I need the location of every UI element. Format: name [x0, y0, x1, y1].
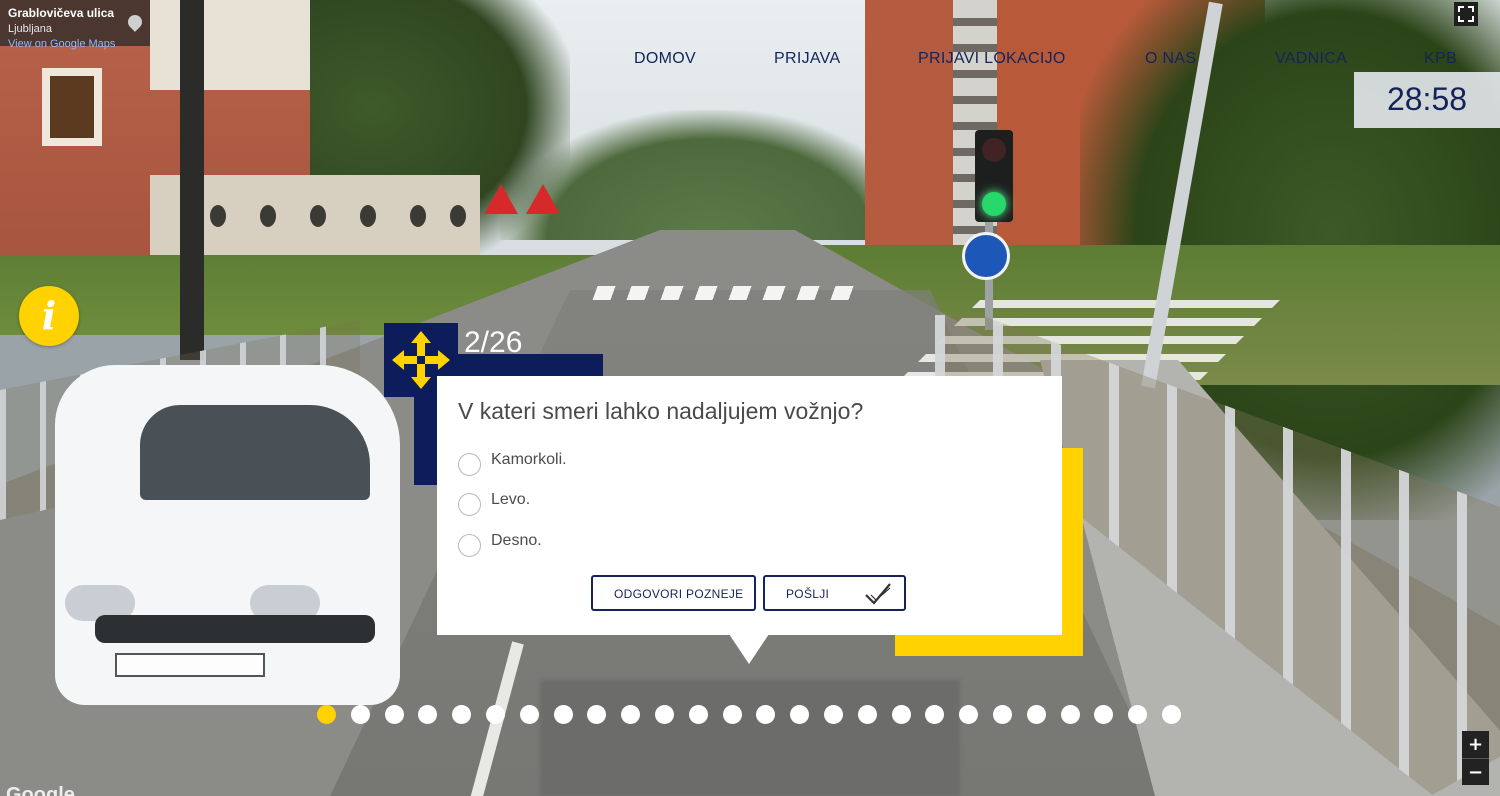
progress-dot[interactable]	[385, 705, 404, 724]
utility-pole	[180, 0, 204, 360]
question-text: V kateri smeri lahko nadaljujem vožnjo?	[458, 398, 864, 424]
answer-option-3[interactable]: Desno.	[458, 532, 758, 558]
answer-later-label: ODGOVORI POZNEJE	[614, 587, 744, 601]
nav-domov[interactable]: DOMOV	[634, 50, 696, 68]
progress-dot[interactable]	[1162, 705, 1181, 724]
zoom-in-button[interactable]: +	[1462, 731, 1489, 758]
progress-dot[interactable]	[655, 705, 674, 724]
progress-dot[interactable]	[925, 705, 944, 724]
white-car	[55, 365, 400, 705]
quiz-card: V kateri smeri lahko nadaljujem vožnjo? …	[437, 376, 1062, 635]
progress-dot[interactable]	[824, 705, 843, 724]
crosswalk	[592, 286, 868, 300]
blurred-area	[540, 680, 960, 796]
info-icon: i	[41, 293, 57, 338]
nav-prijavi-lokacijo[interactable]: PRIJAVI LOKACIJO	[918, 50, 1066, 68]
submit-label: POŠLJI	[786, 587, 830, 601]
submit-button[interactable]: POŠLJI	[763, 575, 906, 611]
progress-dot[interactable]	[587, 705, 606, 724]
progress-dot[interactable]	[486, 705, 505, 724]
view-on-google-maps-link[interactable]: View on Google Maps	[8, 38, 115, 50]
progress-dot[interactable]	[1094, 705, 1113, 724]
progress-dot[interactable]	[452, 705, 471, 724]
nav-prijava[interactable]: PRIJAVA	[774, 50, 840, 68]
nav-kpb[interactable]: KPB	[1424, 50, 1457, 68]
fullscreen-icon	[1454, 6, 1478, 30]
zoom-out-button[interactable]: −	[1462, 758, 1489, 785]
city-name: Ljubljana	[8, 23, 53, 35]
question-progress	[317, 705, 1187, 725]
street-name: Grablovičeva ulica	[8, 6, 115, 20]
quiz-pointer	[729, 634, 769, 664]
nav-o-nas[interactable]: O NAS	[1145, 50, 1196, 68]
progress-dot[interactable]	[554, 705, 573, 724]
progress-dot[interactable]	[892, 705, 911, 724]
checkmark-icon	[863, 580, 893, 613]
progress-dot[interactable]	[689, 705, 708, 724]
map-pin-icon	[125, 12, 145, 32]
answer-later-button[interactable]: ODGOVORI POZNEJE	[591, 575, 756, 611]
warning-sign	[484, 184, 518, 214]
progress-dot[interactable]	[723, 705, 742, 724]
progress-dot[interactable]	[317, 705, 336, 724]
info-button[interactable]: i	[19, 286, 79, 346]
answer-label: Kamorkoli.	[491, 451, 567, 468]
nav-vadnica[interactable]: VADNICA	[1275, 50, 1347, 68]
progress-dot[interactable]	[351, 705, 370, 724]
progress-dot[interactable]	[418, 705, 437, 724]
progress-dot[interactable]	[790, 705, 809, 724]
maps-location-label: Grablovičeva ulica Ljubljana View on Goo…	[0, 0, 150, 50]
progress-dot[interactable]	[858, 705, 877, 724]
radio-button[interactable]	[458, 453, 481, 476]
progress-dot[interactable]	[520, 705, 539, 724]
zoom-control: + −	[1462, 731, 1489, 785]
progress-dot[interactable]	[1061, 705, 1080, 724]
progress-dot[interactable]	[1128, 705, 1147, 724]
progress-dot[interactable]	[1027, 705, 1046, 724]
timer-value: 28:58	[1386, 81, 1468, 117]
answer-label: Desno.	[491, 532, 542, 549]
countdown-timer: 28:58	[1354, 72, 1500, 128]
traffic-light	[975, 130, 1013, 222]
answer-option-1[interactable]: Kamorkoli.	[458, 451, 758, 477]
radio-button[interactable]	[458, 493, 481, 516]
answer-label: Levo.	[491, 491, 531, 508]
direction-sign	[962, 232, 1010, 280]
progress-dot[interactable]	[621, 705, 640, 724]
progress-dot[interactable]	[756, 705, 775, 724]
google-logo: Google	[6, 784, 75, 796]
top-navigation: DOMOV PRIJAVA PRIJAVI LOKACIJO O NAS VAD…	[600, 50, 1500, 74]
answer-option-2[interactable]: Levo.	[458, 491, 758, 517]
question-counter: 2/26	[464, 326, 523, 359]
warning-sign	[526, 184, 560, 214]
progress-dot[interactable]	[959, 705, 978, 724]
fullscreen-button[interactable]	[1454, 2, 1478, 26]
radio-button[interactable]	[458, 534, 481, 557]
progress-dot[interactable]	[993, 705, 1012, 724]
